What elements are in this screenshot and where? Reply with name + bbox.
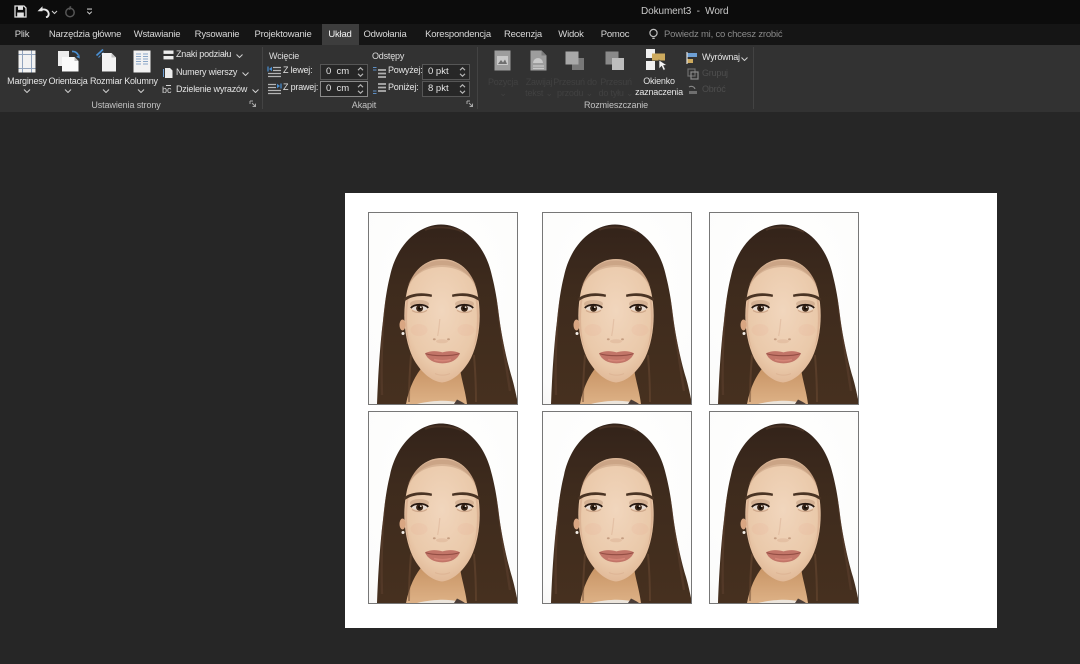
svg-text:bc: bc: [162, 85, 172, 95]
